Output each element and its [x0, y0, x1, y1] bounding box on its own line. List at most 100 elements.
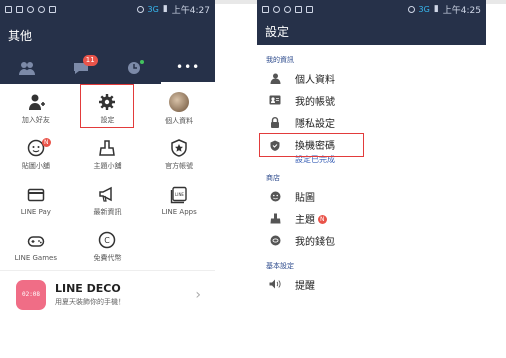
grid-item-official-account[interactable]: 官方帳號 — [143, 132, 215, 178]
grid-item-sticker-shop[interactable]: N 貼圖小舖 — [0, 132, 72, 178]
lock-icon — [269, 116, 281, 128]
tab-chats[interactable]: 11 — [54, 52, 108, 84]
status-time: 上午4:27 — [171, 5, 210, 16]
person-icon — [269, 72, 281, 84]
clock-icon — [38, 5, 45, 13]
avatar — [169, 92, 190, 112]
network-label: 3G — [418, 4, 430, 14]
grid-item-label: LINE Games — [14, 254, 57, 262]
svg-text:C: C — [105, 236, 111, 245]
wallet-icon — [269, 234, 281, 246]
status-icons-right: 3G ▮ 上午4:25 — [407, 3, 481, 16]
svg-text:LINE: LINE — [175, 192, 184, 197]
status-icons-left — [262, 5, 313, 13]
settings-highlight — [80, 84, 134, 128]
speaker-icon — [269, 278, 281, 290]
grid-item-free-coins[interactable]: C 免費代幣 — [72, 224, 144, 270]
tab-timeline[interactable] — [108, 52, 162, 84]
clock-icon — [273, 5, 280, 13]
coin-icon: C — [99, 231, 116, 249]
line-deco-banner[interactable]: 02:08 LINE DECO 用夏天裝飾你的手機！ › — [0, 270, 215, 318]
id-card-icon — [269, 94, 281, 106]
grid-item-theme-shop[interactable]: 主題小舖 — [72, 132, 144, 178]
settings-row-label: 隱私設定 — [295, 118, 335, 130]
grid-item-line-pay[interactable]: LINE Pay — [0, 178, 72, 224]
right-screen: 3G ▮ 上午4:25 設定 我的資訊 個人資料 我的帳號 隱私設定 換機密碼 … — [257, 0, 486, 358]
grid-item-label: 最新資訊 — [93, 208, 122, 216]
grid-item-label: LINE Apps — [161, 208, 197, 216]
new-badge: N — [42, 138, 51, 147]
tab-bar: 11 ••• — [0, 52, 215, 84]
grid-item-label: 加入好友 — [21, 116, 50, 124]
settings-row-notifications[interactable]: 提醒 — [257, 273, 486, 295]
grid-item-label: 主題小舖 — [93, 162, 122, 170]
grid-item-label: 個人資料 — [165, 117, 194, 125]
circle-icon — [284, 5, 291, 13]
settings-row-label: 我的帳號 — [295, 96, 335, 108]
status-icons-right: 3G ▮ 上午4:27 — [136, 3, 210, 16]
grid-item-profile[interactable]: 個人資料 — [143, 86, 215, 132]
settings-row-themes[interactable]: 主題 N — [257, 207, 486, 229]
friends-icon — [18, 62, 35, 75]
line-apps-icon: LINE — [170, 186, 187, 204]
circle-icon — [27, 5, 34, 13]
settings-row-label: 提醒 — [295, 280, 315, 292]
line-deco-title: LINE DECO — [55, 282, 121, 295]
sticker-icon — [269, 190, 281, 202]
grid-item-label: 官方帳號 — [165, 162, 194, 170]
alarm-icon — [407, 5, 415, 13]
page-title: 設定 — [257, 18, 486, 45]
notification-icon — [262, 5, 269, 13]
grid-item-label: 貼圖小舖 — [21, 162, 50, 170]
settings-row-account[interactable]: 我的帳號 — [257, 89, 486, 111]
settings-row-wallet[interactable]: 我的錢包 — [257, 229, 486, 251]
grid-item-add-friend[interactable]: 加入好友 — [0, 86, 72, 132]
settings-row-label: 貼圖 — [295, 192, 315, 204]
page-title: 其他 — [0, 18, 215, 52]
settings-row-label-text: 主題 — [295, 214, 315, 226]
new-dot — [139, 60, 144, 64]
alarm-icon — [136, 5, 144, 13]
settings-row-stickers[interactable]: 貼圖 — [257, 185, 486, 207]
tab-more[interactable]: ••• — [161, 52, 215, 84]
privacy-highlight — [259, 133, 364, 157]
settings-row-profile[interactable]: 個人資料 — [257, 67, 486, 89]
notification-icon — [5, 5, 12, 13]
megaphone-icon — [99, 186, 113, 202]
left-screen: 3G ▮ 上午4:27 其他 11 ••• 加入好友 設定 個人資料 N 貼圖小… — [0, 0, 215, 358]
grid-item-label: LINE Pay — [20, 208, 51, 216]
image-icon — [16, 5, 23, 13]
new-badge: N — [318, 215, 327, 224]
gamepad-icon — [27, 236, 45, 247]
status-icons-left — [5, 5, 56, 13]
settings-row-label: 我的錢包 — [295, 236, 335, 248]
section-header-basic-settings: 基本設定 — [266, 262, 294, 270]
official-account-icon — [171, 139, 187, 157]
image-icon — [295, 5, 302, 13]
settings-row-label: 個人資料 — [295, 74, 335, 86]
chevron-right-icon: › — [195, 286, 201, 303]
section-header-my-info: 我的資訊 — [266, 56, 294, 64]
grid-item-line-games[interactable]: LINE Games — [0, 224, 72, 270]
signal-icon: ▮ — [433, 4, 439, 14]
theme-icon — [269, 212, 281, 224]
grid-item-news[interactable]: 最新資訊 — [72, 178, 144, 224]
grid-item-label: 免費代幣 — [93, 254, 122, 262]
tab-friends[interactable] — [0, 52, 54, 84]
status-time: 上午4:25 — [442, 5, 481, 16]
more-icon: ••• — [176, 60, 201, 74]
chat-badge: 11 — [82, 55, 98, 66]
lock-status-icon — [49, 5, 56, 13]
status-bar: 3G ▮ 上午4:27 — [0, 0, 215, 18]
line-pay-icon — [27, 188, 45, 202]
status-bar: 3G ▮ 上午4:25 — [257, 0, 486, 18]
settings-row-privacy[interactable]: 隱私設定 — [257, 111, 486, 133]
add-friend-icon — [28, 94, 45, 110]
line-deco-text: LINE DECO 用夏天裝飾你的手機！ — [55, 282, 125, 307]
network-label: 3G — [147, 4, 159, 14]
settings-row-label: 主題 N — [295, 211, 327, 226]
lock-status-icon — [306, 5, 313, 13]
grid-item-line-apps[interactable]: LINE LINE Apps — [143, 178, 215, 224]
signal-icon: ▮ — [162, 4, 168, 14]
line-deco-subtitle: 用夏天裝飾你的手機！ — [55, 298, 125, 306]
